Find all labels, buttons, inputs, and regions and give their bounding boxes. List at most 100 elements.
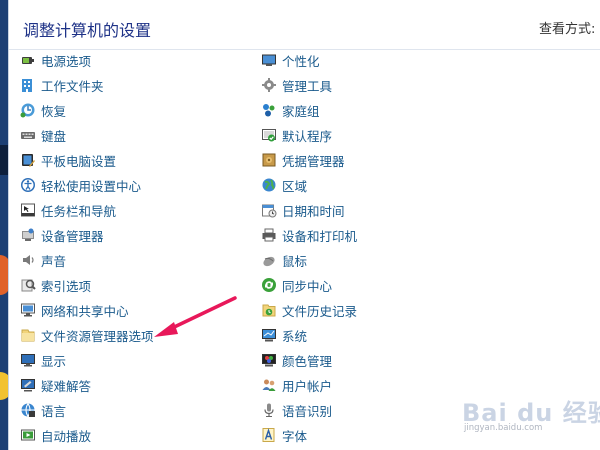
annotation-arrow bbox=[154, 296, 237, 337]
ease-of-access-icon bbox=[20, 177, 36, 193]
settings-item-default-programs[interactable]: 默认程序 bbox=[261, 123, 332, 147]
credential-manager-icon bbox=[261, 152, 277, 168]
settings-item-file-history[interactable]: 文件历史记录 bbox=[261, 298, 357, 322]
work-folders-icon bbox=[20, 77, 36, 93]
power-options-icon bbox=[20, 52, 36, 68]
settings-item-user-accounts[interactable]: 用户帐户 bbox=[261, 373, 332, 397]
settings-item-indexing-options[interactable]: 索引选项 bbox=[20, 273, 91, 297]
homegroup-icon bbox=[261, 102, 277, 118]
settings-item-display[interactable]: 显示 bbox=[20, 348, 66, 372]
settings-item-label: 语言 bbox=[41, 403, 67, 419]
settings-item-work-folders[interactable]: 工作文件夹 bbox=[20, 73, 104, 97]
settings-item-label: 任务栏和导航 bbox=[41, 203, 117, 219]
settings-item-keyboard[interactable]: 键盘 bbox=[20, 123, 66, 147]
settings-item-network-sharing[interactable]: 网络和共享中心 bbox=[20, 298, 129, 322]
settings-item-label: 家庭组 bbox=[282, 103, 320, 119]
settings-item-troubleshooting[interactable]: 疑难解答 bbox=[20, 373, 91, 397]
settings-item-language[interactable]: 语言 bbox=[20, 398, 66, 422]
system-icon bbox=[261, 327, 277, 343]
troubleshooting-icon bbox=[20, 377, 36, 393]
taskbar-icon bbox=[20, 202, 36, 218]
settings-item-label: 颜色管理 bbox=[282, 353, 333, 369]
settings-item-tablet-settings[interactable]: 平板电脑设置 bbox=[20, 148, 116, 172]
settings-item-label: 平板电脑设置 bbox=[41, 153, 117, 169]
settings-item-color-management[interactable]: 颜色管理 bbox=[261, 348, 332, 372]
settings-item-label: 个性化 bbox=[282, 53, 320, 69]
settings-item-sound[interactable]: 声音 bbox=[20, 248, 66, 272]
settings-item-label: 字体 bbox=[282, 428, 308, 444]
fonts-icon bbox=[261, 427, 277, 443]
settings-item-admin-tools[interactable]: 管理工具 bbox=[261, 73, 332, 97]
settings-item-power-options[interactable]: 电源选项 bbox=[20, 50, 91, 72]
settings-item-fonts[interactable]: 字体 bbox=[261, 423, 307, 447]
settings-item-label: 键盘 bbox=[41, 128, 67, 144]
settings-item-sync-center[interactable]: 同步中心 bbox=[261, 273, 332, 297]
page-title: 调整计算机的设置 bbox=[23, 21, 152, 40]
settings-item-homegroup[interactable]: 家庭组 bbox=[261, 98, 320, 122]
settings-item-label: 声音 bbox=[41, 253, 67, 269]
admin-tools-icon bbox=[261, 77, 277, 93]
file-history-icon bbox=[261, 302, 277, 318]
region-icon bbox=[261, 177, 277, 193]
default-programs-icon bbox=[261, 127, 277, 143]
settings-item-recovery[interactable]: 恢复 bbox=[20, 98, 66, 122]
user-accounts-icon bbox=[261, 377, 277, 393]
settings-item-label: 凭据管理器 bbox=[282, 153, 345, 169]
settings-item-label: 语音识别 bbox=[282, 403, 333, 419]
color-management-icon bbox=[261, 352, 277, 368]
settings-item-label: 疑难解答 bbox=[41, 378, 92, 394]
settings-item-label: 自动播放 bbox=[41, 428, 92, 444]
language-icon bbox=[20, 402, 36, 418]
settings-item-label: 区域 bbox=[282, 178, 308, 194]
settings-item-label: 设备管理器 bbox=[41, 228, 104, 244]
sync-center-icon bbox=[261, 277, 277, 293]
screenshot-page: 调整计算机的设置 查看方式: 电源选项 工作文件夹 恢复 键盘 平板电脑设置 轻… bbox=[0, 0, 600, 450]
settings-item-label: 系统 bbox=[282, 328, 308, 344]
settings-item-mouse[interactable]: 鼠标 bbox=[261, 248, 307, 272]
sound-icon bbox=[20, 252, 36, 268]
control-panel-window: 调整计算机的设置 查看方式: 电源选项 工作文件夹 恢复 键盘 平板电脑设置 轻… bbox=[8, 0, 600, 450]
settings-item-label: 日期和时间 bbox=[282, 203, 345, 219]
settings-item-system[interactable]: 系统 bbox=[261, 323, 307, 347]
settings-item-region[interactable]: 区域 bbox=[261, 173, 307, 197]
view-by-label[interactable]: 查看方式: bbox=[539, 18, 595, 37]
speech-recognition-icon bbox=[261, 402, 277, 418]
settings-item-label: 用户帐户 bbox=[282, 378, 333, 394]
settings-grid: 电源选项 工作文件夹 恢复 键盘 平板电脑设置 轻松使用设置中心 任务栏和导航 … bbox=[9, 50, 600, 450]
date-time-icon bbox=[261, 202, 277, 218]
settings-item-label: 恢复 bbox=[41, 103, 67, 119]
file-explorer-options-icon bbox=[20, 327, 36, 343]
settings-item-label: 显示 bbox=[41, 353, 67, 369]
settings-item-label: 管理工具 bbox=[282, 78, 333, 94]
settings-item-speech-recognition[interactable]: 语音识别 bbox=[261, 398, 332, 422]
settings-item-label: 鼠标 bbox=[282, 253, 308, 269]
tablet-settings-icon bbox=[20, 152, 36, 168]
settings-item-label: 轻松使用设置中心 bbox=[41, 178, 142, 194]
watermark-sub: jingyan.baidu.com bbox=[464, 423, 543, 433]
keyboard-icon bbox=[20, 127, 36, 143]
settings-item-label: 索引选项 bbox=[41, 278, 92, 294]
personalization-icon bbox=[261, 52, 277, 68]
settings-item-taskbar[interactable]: 任务栏和导航 bbox=[20, 198, 116, 222]
settings-item-credential-manager[interactable]: 凭据管理器 bbox=[261, 148, 345, 172]
network-sharing-icon bbox=[20, 302, 36, 318]
settings-item-device-manager[interactable]: 设备管理器 bbox=[20, 223, 104, 247]
settings-item-label: 网络和共享中心 bbox=[41, 303, 129, 319]
devices-printers-icon bbox=[261, 227, 277, 243]
settings-item-label: 电源选项 bbox=[41, 53, 92, 69]
baidu-watermark: Bai du 经验 jingyan.baidu.com bbox=[462, 393, 600, 433]
settings-item-label: 默认程序 bbox=[282, 128, 333, 144]
recovery-icon bbox=[20, 102, 36, 118]
settings-item-date-time[interactable]: 日期和时间 bbox=[261, 198, 345, 222]
settings-item-label: 同步中心 bbox=[282, 278, 333, 294]
settings-item-personalization[interactable]: 个性化 bbox=[261, 50, 320, 72]
mouse-icon bbox=[261, 252, 277, 268]
settings-item-label: 文件资源管理器选项 bbox=[41, 328, 154, 344]
settings-item-devices-printers[interactable]: 设备和打印机 bbox=[261, 223, 357, 247]
settings-item-label: 文件历史记录 bbox=[282, 303, 358, 319]
settings-item-label: 工作文件夹 bbox=[41, 78, 104, 94]
settings-item-ease-of-access[interactable]: 轻松使用设置中心 bbox=[20, 173, 141, 197]
settings-item-autoplay[interactable]: 自动播放 bbox=[20, 423, 91, 447]
device-manager-icon bbox=[20, 227, 36, 243]
settings-item-file-explorer-options[interactable]: 文件资源管理器选项 bbox=[20, 323, 154, 347]
